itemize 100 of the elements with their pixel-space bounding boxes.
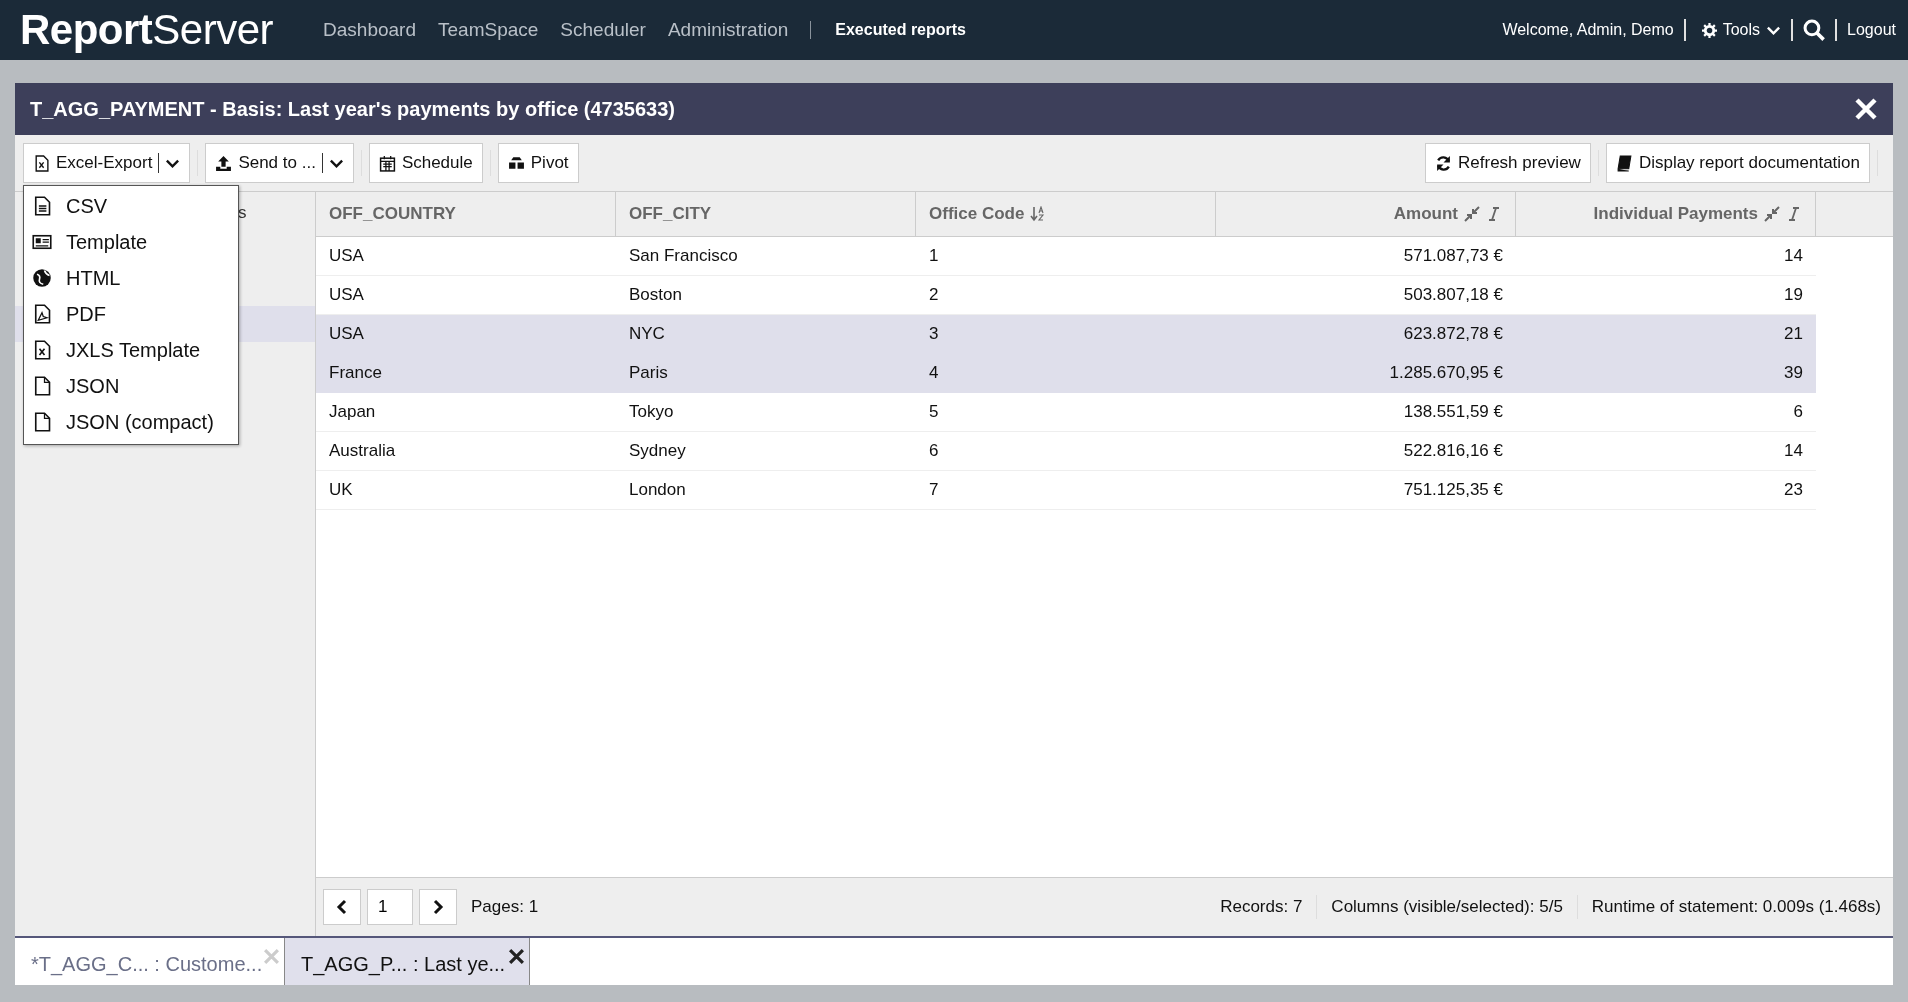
table-cell-text: 5 <box>928 401 940 423</box>
table-cell-text: Boston <box>628 284 683 306</box>
menu-item[interactable]: Template <box>24 224 238 260</box>
toolbar-button[interactable]: Schedule <box>368 143 483 183</box>
table-cell-text: 138.551,59 € <box>1402 401 1504 423</box>
table-cell-text: Paris <box>628 362 669 384</box>
nav-link[interactable]: TeamSpace <box>438 19 539 41</box>
column-header[interactable]: Amount <box>1393 204 1458 224</box>
column-header[interactable]: Individual Payments <box>1593 204 1758 224</box>
table-cell-text: 503.807,18 € <box>1402 284 1504 306</box>
compress-icon <box>1464 206 1480 222</box>
table-cell-text: 7 <box>928 479 940 501</box>
book-icon <box>1615 154 1633 172</box>
menu-item[interactable]: PDF <box>24 296 238 332</box>
table-cell-text: 23 <box>1783 479 1804 501</box>
sort-icon <box>1030 206 1047 222</box>
page-field[interactable]: 1 <box>367 889 413 925</box>
settings-icon <box>1701 22 1717 38</box>
status-text: Columns (visible/selected): 5/5 <box>1331 897 1563 917</box>
status-text: Records: 7 <box>1220 897 1303 917</box>
table-cell-text: 6 <box>928 440 940 462</box>
calendar-icon <box>378 154 396 172</box>
nav-link[interactable]: Dashboard <box>323 19 416 41</box>
dropdown-button[interactable]: Excel-Export <box>23 143 191 183</box>
table-cell-text: 3 <box>928 323 940 345</box>
table-cell-text: 14 <box>1783 440 1804 462</box>
table-cell-text: 571.087,73 € <box>1402 245 1504 267</box>
italic-icon <box>1486 206 1502 222</box>
table-row[interactable]: USA San Francisco 1 571.087,73 € 14 <box>316 237 1816 276</box>
table-cell-text: USA <box>328 323 365 345</box>
close-button[interactable] <box>1854 97 1878 121</box>
nav-link[interactable]: Administration <box>667 19 789 41</box>
column-header[interactable]: OFF_COUNTRY <box>329 204 456 224</box>
column-header[interactable]: OFF_CITY <box>629 204 712 224</box>
table-cell-text: UK <box>328 479 354 501</box>
spreadsheet-file-icon <box>33 154 50 172</box>
table-cell-text: 1.285.670,95 € <box>1388 362 1504 384</box>
welcome-text: Welcome, Admin, Demo <box>1502 21 1674 39</box>
column-header[interactable]: Office Code <box>929 204 1025 224</box>
tools-menu[interactable]: Tools <box>1701 21 1782 39</box>
table-cell-text: USA <box>328 245 365 267</box>
table-cell-text: Australia <box>328 440 397 462</box>
table-cell-text: 4 <box>928 362 940 384</box>
table-cell-text: 14 <box>1783 245 1804 267</box>
pdf-file-icon <box>32 304 52 324</box>
menu-item[interactable]: HTML <box>24 260 238 296</box>
next-page-button[interactable] <box>419 889 457 925</box>
menu-item[interactable]: JSON (compact) <box>24 404 238 440</box>
table-cell-text: 751.125,35 € <box>1402 479 1504 501</box>
search-icon <box>1803 19 1826 41</box>
table-cell-text: 21 <box>1783 323 1804 345</box>
table-cell-text: 39 <box>1783 362 1804 384</box>
toolbar-button[interactable]: Display report documentation <box>1605 143 1870 183</box>
tab[interactable]: T_AGG_P... : Last ye... <box>285 938 530 985</box>
close-icon <box>1854 97 1878 121</box>
table-row[interactable]: Japan Tokyo 5 138.551,59 € 6 <box>316 393 1816 432</box>
nav-link[interactable]: Executed reports <box>835 21 966 39</box>
toolbar-button[interactable]: Pivot <box>497 143 579 183</box>
table-cell-text: London <box>628 479 687 501</box>
table-row[interactable]: USA NYC 3 623.872,78 € 21 <box>316 315 1816 354</box>
menu-item[interactable]: JSON <box>24 368 238 404</box>
logo: ReportServer <box>20 6 274 54</box>
blank-file-icon <box>32 376 52 396</box>
menu-item[interactable]: CSV <box>24 188 238 224</box>
document-icon <box>32 196 52 216</box>
table-cell-text: 623.872,78 € <box>1402 323 1504 345</box>
sidebar-heading: s <box>238 203 247 222</box>
table-cell-text: 19 <box>1783 284 1804 306</box>
compress-icon <box>1764 206 1780 222</box>
table-cell-text: Tokyo <box>628 401 675 423</box>
table-row[interactable]: Australia Sydney 6 522.816,16 € 14 <box>316 432 1816 471</box>
table-cell-text: 2 <box>928 284 940 306</box>
table-cell-text: 522.816,16 € <box>1402 440 1504 462</box>
blank-file-icon <box>32 412 52 432</box>
table-cell-text: France <box>328 362 383 384</box>
table-cell-text: NYC <box>628 323 666 345</box>
upload-icon <box>215 154 233 172</box>
table-row[interactable]: France Paris 4 1.285.670,95 € 39 <box>316 354 1816 393</box>
table-row[interactable]: UK London 7 751.125,35 € 23 <box>316 471 1816 510</box>
close-icon <box>508 948 525 965</box>
table-cell-text: San Francisco <box>628 245 739 267</box>
search-button[interactable] <box>1803 19 1826 41</box>
globe-icon <box>32 268 52 288</box>
card-icon <box>32 232 52 252</box>
table-cell-text: Japan <box>328 401 377 423</box>
close-icon <box>263 948 280 965</box>
table-cell-text: 1 <box>928 245 940 267</box>
table-cell-text: Sydney <box>628 440 687 462</box>
nav-link[interactable]: Scheduler <box>560 19 646 41</box>
toolbar-button[interactable]: Refresh preview <box>1425 143 1591 183</box>
status-text: Runtime of statement: 0.009s (1.468s) <box>1591 897 1881 917</box>
table-cell-text: 6 <box>1792 401 1804 423</box>
window-title: T_AGG_PAYMENT - Basis: Last year's payments by office (4735633) <box>30 97 675 121</box>
page-count: Pages: 1 <box>471 897 539 917</box>
cubes-icon <box>507 154 525 172</box>
logout-link[interactable]: Logout <box>1847 21 1896 39</box>
dropdown-button[interactable]: Send to ... <box>205 143 354 183</box>
refresh-icon <box>1435 154 1453 172</box>
previous-page-button[interactable] <box>323 889 361 925</box>
menu-item[interactable]: JXLS Template <box>24 332 238 368</box>
